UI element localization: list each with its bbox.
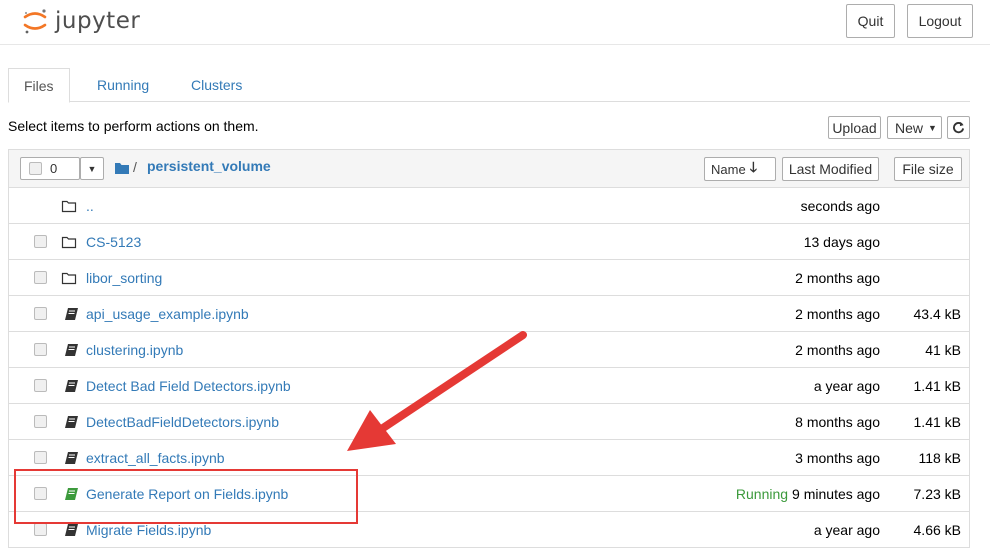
annotation-highlight-box [14,469,358,524]
